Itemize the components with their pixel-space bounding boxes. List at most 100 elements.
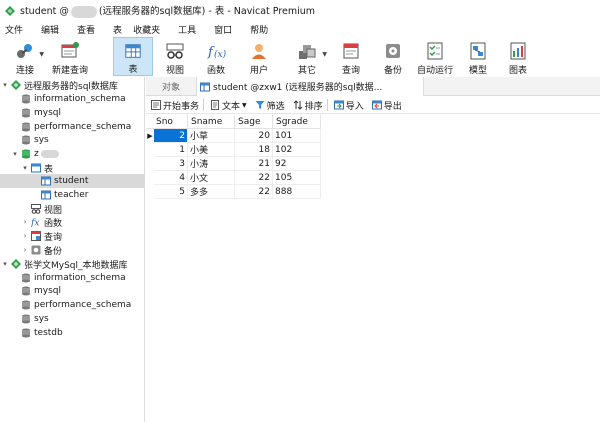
menu-help[interactable]: 帮助 [245, 23, 268, 36]
view-glasses-icon [31, 204, 41, 214]
tree-conn-local[interactable]: ▾ 张学文MySql_本地数据库 [0, 257, 145, 271]
cell-sgrade[interactable]: 105 [273, 171, 321, 185]
tree-db-performance-schema[interactable]: performance_schema [0, 120, 145, 134]
tree-db-performance-schema-local[interactable]: performance_schema [0, 298, 145, 312]
table-row[interactable]: 4 小文 22 105 [146, 171, 321, 185]
tab-student-table[interactable]: student @zxw1 (远程服务器的sql数据... [196, 77, 424, 96]
chevron-down-icon[interactable]: ▾ [1, 260, 9, 268]
sort-label: 排序 [304, 101, 323, 112]
tree-conn-remote[interactable]: ▾ 远程服务器的sql数据库 [0, 78, 145, 92]
window-title: student @ (远程服务器的sql数据库) - 表 - Navicat Pr… [20, 3, 315, 18]
export-button[interactable]: 导出 [371, 99, 402, 112]
chart-button[interactable]: 图表 [500, 37, 536, 76]
connect-button[interactable]: ▼ 连接 [8, 37, 44, 76]
cell-sname[interactable]: 多多 [188, 185, 235, 199]
table-row[interactable]: ▶ 2 小草 20 101 [146, 129, 321, 143]
chevron-down-icon[interactable]: ▾ [1, 81, 9, 89]
menu-window[interactable]: 窗口 [209, 23, 232, 36]
database-icon [22, 135, 30, 145]
table-row[interactable]: 3 小涛 21 92 [146, 157, 321, 171]
tree-table-teacher[interactable]: teacher [0, 188, 145, 202]
column-header-sgrade[interactable]: Sgrade [273, 115, 321, 129]
tree-functions[interactable]: › fx 函数 [0, 215, 145, 229]
function-fx-icon: f (x) [207, 45, 226, 60]
cell-sname[interactable]: 小美 [188, 143, 235, 157]
chevron-down-icon[interactable]: ▾ [21, 164, 29, 172]
view-label: 视图 [165, 66, 184, 76]
tab-objects[interactable]: 对象 [146, 77, 196, 96]
chevron-right-icon[interactable]: › [21, 246, 29, 254]
cell-sno[interactable]: 3 [154, 157, 188, 171]
tree-db-mysql[interactable]: mysql [0, 106, 145, 120]
tree-db-information-schema[interactable]: information_schema [0, 92, 145, 106]
navicat-app-icon [5, 5, 15, 16]
new-query-button[interactable]: 新建查询 [50, 37, 90, 76]
table-icon [41, 176, 51, 186]
menu-tools[interactable]: 工具 [173, 23, 196, 36]
tree-tables-group[interactable]: ▾ 表 [0, 161, 145, 175]
table-icon [200, 82, 210, 91]
cell-sno[interactable]: 5 [154, 185, 188, 199]
tree-table-student[interactable]: student [0, 174, 145, 188]
tree-conn-local-label: 张学文MySql_本地数据库 [24, 260, 128, 271]
table-row[interactable]: 5 多多 22 888 [146, 185, 321, 199]
tree-db-information-schema-local[interactable]: information_schema [0, 271, 145, 285]
table-row[interactable]: 1 小美 18 102 [146, 143, 321, 157]
tree-views[interactable]: 视图 [0, 202, 145, 216]
user-button[interactable]: 用户 [241, 37, 277, 76]
menu-table[interactable]: 表 [108, 23, 122, 36]
column-header-sno[interactable]: Sno [146, 115, 188, 129]
cell-sage[interactable]: 22 [235, 171, 273, 185]
model-button[interactable]: 模型 [460, 37, 496, 76]
view-button[interactable]: 视图 [157, 37, 193, 76]
menu-view[interactable]: 查看 [72, 23, 95, 36]
menu-file[interactable]: 文件 [0, 23, 23, 36]
cell-sage[interactable]: 22 [235, 185, 273, 199]
table-button[interactable]: 表 [113, 37, 153, 76]
text-view-button[interactable]: 文本 ▼ [210, 99, 247, 112]
tree-conn-remote-label: 远程服务器的sql数据库 [24, 81, 118, 92]
tree-db-testdb[interactable]: testdb [0, 326, 145, 340]
chart-icon [510, 42, 526, 60]
cell-sage[interactable]: 21 [235, 157, 273, 171]
chevron-down-icon[interactable]: ▾ [11, 150, 19, 158]
cell-sage[interactable]: 20 [235, 129, 273, 143]
main-toolbar: ▼ 连接 新建查询 表 视图 f (x) 函数 用户 ▼ 其它 查询 备份 自动… [0, 37, 600, 77]
cell-sname[interactable]: 小文 [188, 171, 235, 185]
tree-db-label: mysql [34, 286, 61, 296]
filter-button[interactable]: 筛选 [255, 99, 285, 112]
chevron-right-icon[interactable]: › [21, 218, 29, 226]
import-button[interactable]: 导入 [333, 99, 364, 112]
sort-button[interactable]: 排序 [293, 99, 323, 112]
cell-sgrade[interactable]: 101 [273, 129, 321, 143]
menu-favorites[interactable]: 收藏夹 [128, 23, 160, 36]
column-header-sage[interactable]: Sage [235, 115, 273, 129]
tree-db-mysql-local[interactable]: mysql [0, 284, 145, 298]
cell-sgrade[interactable]: 102 [273, 143, 321, 157]
query-button[interactable]: 查询 [333, 37, 369, 76]
cell-sno[interactable]: 1 [154, 143, 188, 157]
auto-run-button[interactable]: 自动运行 [414, 37, 456, 76]
begin-transaction-button[interactable]: 开始事务 [151, 99, 199, 112]
cell-sno[interactable]: 2 [154, 129, 188, 143]
cell-sname[interactable]: 小涛 [188, 157, 235, 171]
tree-db-label: testdb [34, 328, 63, 338]
cell-sage[interactable]: 18 [235, 143, 273, 157]
cell-sgrade[interactable]: 888 [273, 185, 321, 199]
tree-db-sys-local[interactable]: sys [0, 312, 145, 326]
chevron-right-icon[interactable]: › [21, 232, 29, 240]
cell-sname[interactable]: 小草 [188, 129, 235, 143]
function-button[interactable]: f (x) 函数 [198, 37, 234, 76]
row-indicator [146, 185, 154, 199]
text-document-icon [211, 100, 220, 110]
tree-queries[interactable]: › 查询 [0, 229, 145, 243]
menu-edit[interactable]: 编辑 [36, 23, 59, 36]
column-header-sname[interactable]: Sname [188, 115, 235, 129]
other-button[interactable]: ▼ 其它 [289, 37, 327, 76]
tree-backups[interactable]: › 备份 [0, 243, 145, 257]
cell-sgrade[interactable]: 92 [273, 157, 321, 171]
cell-sno[interactable]: 4 [154, 171, 188, 185]
tree-db-sys[interactable]: sys [0, 133, 145, 147]
tree-db-open[interactable]: ▾ z [0, 147, 145, 161]
backup-button[interactable]: 备份 [375, 37, 411, 76]
